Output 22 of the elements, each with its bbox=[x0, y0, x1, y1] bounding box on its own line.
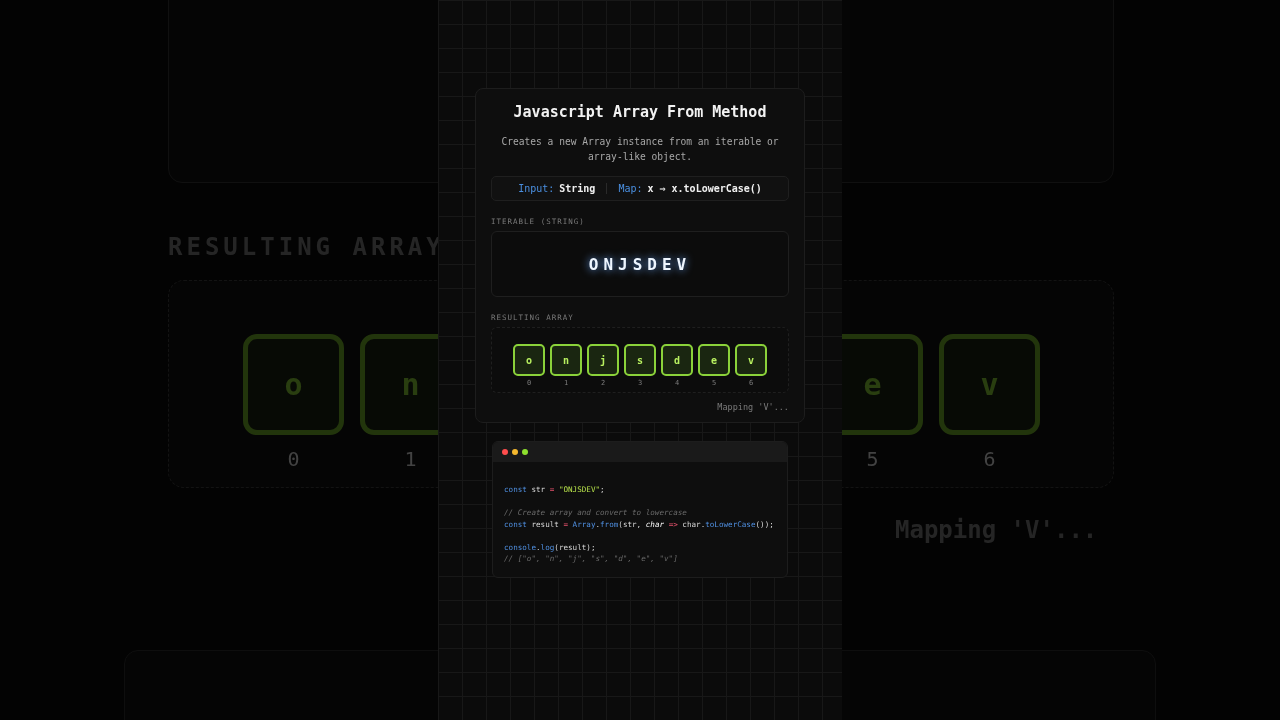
index-label: 0 bbox=[287, 447, 300, 471]
array-cell: j bbox=[587, 344, 619, 376]
array-cell: d bbox=[661, 344, 693, 376]
close-dot-icon bbox=[502, 449, 508, 455]
index-label: 1 bbox=[404, 447, 417, 471]
card-title: Javascript Array From Method bbox=[512, 103, 768, 121]
maximize-dot-icon bbox=[522, 449, 528, 455]
status-text: Mapping 'V'... bbox=[717, 402, 789, 412]
info-value: String bbox=[559, 183, 596, 194]
info-label: Map: bbox=[618, 183, 643, 194]
index-label: 5 bbox=[866, 447, 879, 471]
info-label: Input: bbox=[518, 183, 555, 194]
index-label: 6 bbox=[983, 447, 996, 471]
array-cell: o bbox=[513, 344, 545, 376]
array-cell: e bbox=[698, 344, 730, 376]
array-cell: s bbox=[624, 344, 656, 376]
minimize-dot-icon bbox=[512, 449, 518, 455]
info-value: x ⇒ x.toLowerCase() bbox=[647, 183, 762, 194]
card-description: Creates a new Array instance from an iterable or array-like object. bbox=[500, 135, 780, 164]
iterable-string: ONJSDEV bbox=[588, 254, 692, 274]
array-cell: n bbox=[550, 344, 582, 376]
array-cell: v bbox=[735, 344, 767, 376]
